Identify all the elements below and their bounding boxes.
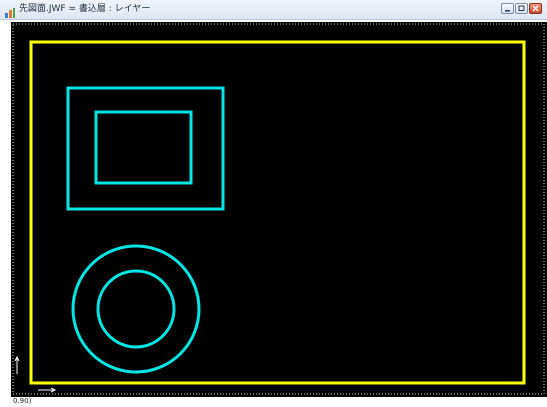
status-coordinates: 0.90) [13, 397, 32, 405]
app-icon [4, 4, 16, 18]
outer-rectangle[interactable] [66, 86, 225, 211]
inner-circle[interactable] [96, 269, 176, 349]
close-button[interactable] [529, 3, 542, 14]
outer-circle[interactable] [71, 244, 201, 374]
maximize-button[interactable] [515, 3, 528, 14]
status-bar: 0.90) [0, 397, 547, 407]
maximize-icon [518, 5, 525, 11]
x-axis-marker [38, 387, 57, 393]
close-icon [532, 5, 539, 12]
title-bar[interactable]: 先図面.JWF = 書込層 : レイヤー [0, 0, 547, 20]
y-axis-marker [14, 355, 20, 374]
window-title: 先図面.JWF = 書込層 : レイヤー [19, 4, 151, 14]
inner-rectangle[interactable] [94, 110, 193, 185]
drawing-svg [12, 23, 545, 395]
cad-window: 先図面.JWF = 書込層 : レイヤー 0.90) [0, 0, 547, 407]
minimize-icon [505, 10, 510, 12]
minimize-button[interactable] [501, 3, 514, 14]
drawing-canvas[interactable] [11, 22, 547, 397]
